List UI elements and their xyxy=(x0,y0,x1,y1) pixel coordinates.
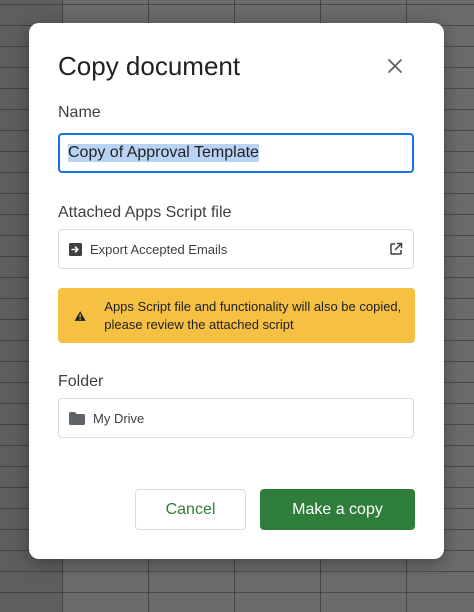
script-label: Attached Apps Script file xyxy=(58,204,232,221)
attached-script-field: Export Accepted Emails xyxy=(58,229,414,269)
cancel-button[interactable]: Cancel xyxy=(135,489,246,530)
open-script-button[interactable] xyxy=(389,242,403,256)
folder-label: Folder xyxy=(58,373,104,390)
copy-document-dialog: Copy document Name Copy of Approval Temp… xyxy=(29,23,444,559)
name-label: Name xyxy=(58,104,101,121)
warning-text: Apps Script file and functionality will … xyxy=(104,298,402,332)
make-copy-button[interactable]: Make a copy xyxy=(260,489,415,530)
script-arrow-icon xyxy=(69,242,82,256)
close-icon xyxy=(388,59,402,73)
dialog-title: Copy document xyxy=(58,51,241,81)
warning-banner: Apps Script file and functionality will … xyxy=(58,288,415,343)
name-input-value: Copy of Approval Template xyxy=(68,144,259,162)
name-input[interactable]: Copy of Approval Template xyxy=(58,133,414,173)
folder-icon xyxy=(69,411,85,425)
script-file-name: Export Accepted Emails xyxy=(90,241,228,257)
folder-field[interactable]: My Drive xyxy=(58,398,414,438)
warning-triangle-icon xyxy=(74,310,86,321)
close-button[interactable] xyxy=(381,52,409,80)
open-in-new-icon xyxy=(390,242,403,255)
folder-name: My Drive xyxy=(93,410,145,426)
